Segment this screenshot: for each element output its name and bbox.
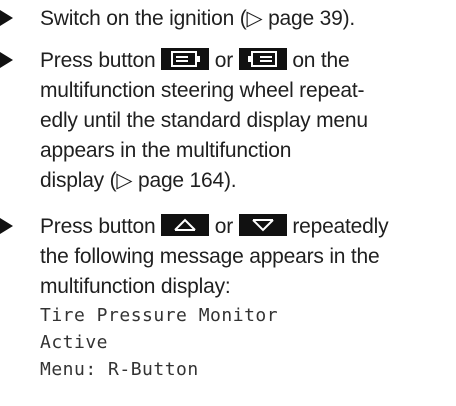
display-message-line-2: Active (40, 332, 109, 353)
step-3-press-text: Press button (40, 215, 162, 238)
step-2-line1-tail: on the (286, 49, 350, 72)
step-1-text: Switch on the ignition ( (40, 7, 247, 30)
arrow-up-button-icon (161, 214, 210, 236)
step-2-line3: edly until the standard display menu (40, 109, 368, 132)
step-1: Switch on the ignition (▷ page 39). (0, 4, 456, 34)
page-ref-text: page 164). (132, 169, 237, 192)
display-message-line-3: Menu: R-Button (40, 359, 199, 380)
display-message-line-1: Tire Pressure Monitor (40, 305, 279, 326)
step-3: Press button or repeatedly the following… (0, 212, 456, 383)
bullet-triangle-icon (0, 52, 13, 68)
step-3-line3: multifunction display: (40, 275, 231, 298)
bullet-triangle-icon (0, 10, 13, 26)
step-3-or-text: or (209, 215, 239, 238)
page-ref-symbol: ▷ (116, 169, 133, 192)
page-ref-text: page 39). (262, 7, 356, 30)
bullet-triangle-icon (0, 218, 13, 234)
step-2-line5: display ( (40, 169, 117, 192)
display-right-button-icon (238, 48, 287, 70)
step-3-line2: the following message appears in the (40, 245, 380, 268)
instruction-steps: Switch on the ignition (▷ page 39). Pres… (0, 0, 456, 383)
step-2-press-text: Press button (40, 49, 162, 72)
display-left-button-icon (161, 48, 210, 70)
page-ref-symbol: ▷ (246, 7, 263, 30)
step-2-line4: appears in the multifunction (40, 139, 292, 162)
step-2-line2: multifunction steering wheel repeat- (40, 79, 365, 102)
arrow-down-button-icon (238, 214, 287, 236)
step-2: Press button or on the multifunction ste… (0, 46, 456, 196)
step-2-or-text: or (209, 49, 239, 72)
step-3-line1-tail: repeatedly (286, 215, 389, 238)
